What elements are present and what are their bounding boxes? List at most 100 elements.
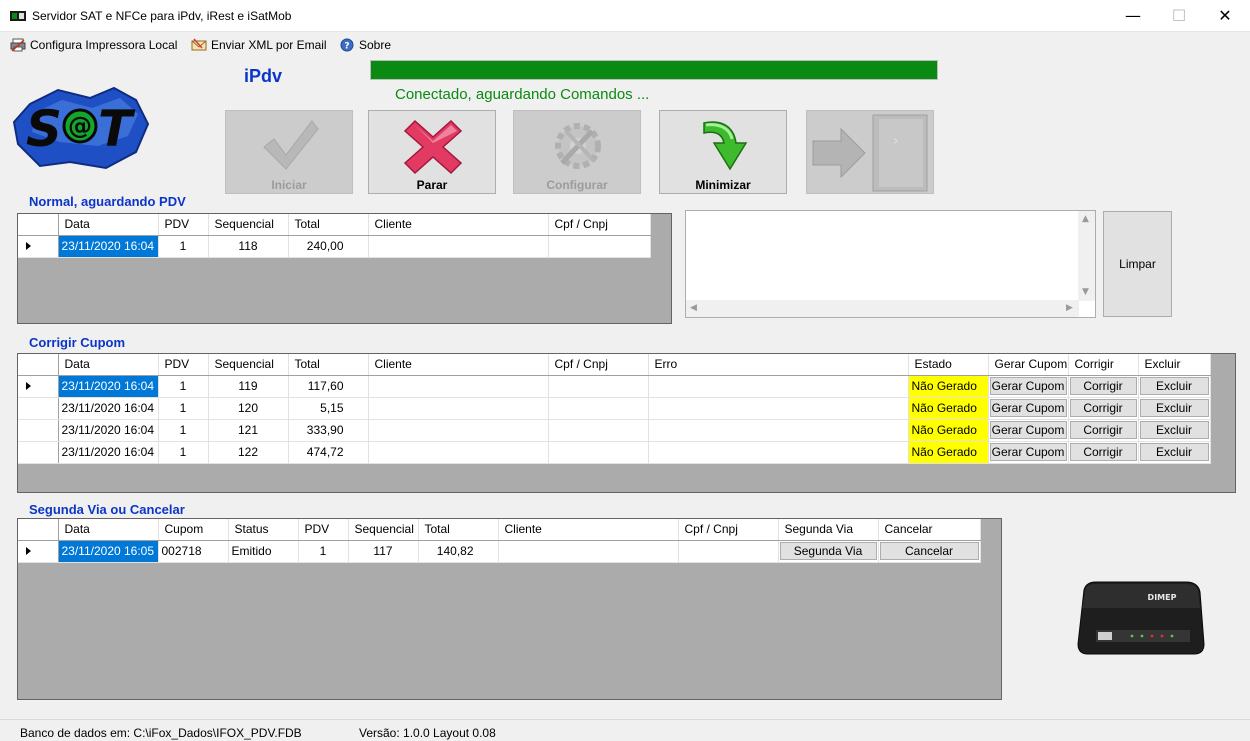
col-status[interactable]: Status [228,519,299,541]
corrigir-button[interactable]: Corrigir [1069,421,1137,439]
cell-total[interactable]: 240,00 [288,235,369,258]
col-total[interactable]: Total [418,519,499,541]
configurar-button[interactable]: Configurar [513,110,641,194]
col-segunda-via[interactable]: Segunda Via [778,519,879,541]
cell-estado[interactable]: Não Gerado [908,375,989,398]
gerar-cupom-button[interactable]: Gerar Cupom [989,377,1067,395]
cell-erro[interactable] [648,419,909,442]
cell-data[interactable]: 23/11/2020 16:04 [58,419,159,442]
cell-total[interactable]: 117,60 [288,375,369,398]
cell-estado[interactable]: Não Gerado [908,441,989,464]
col-gerar-cupom[interactable]: Gerar Cupom [988,354,1069,376]
iniciar-button[interactable]: Iniciar [225,110,353,194]
menu-enviar-xml[interactable]: Enviar XML por Email [191,36,327,54]
col-corrigir[interactable]: Corrigir [1068,354,1139,376]
cell-cpf[interactable] [548,441,649,464]
cell-erro[interactable] [648,375,909,398]
table-row[interactable]: 23/11/2020 16:04 1 121 333,90 Não Gerado… [18,419,1211,442]
excluir-button[interactable]: Excluir [1139,399,1209,417]
col-total[interactable]: Total [288,354,369,376]
cell-cpf[interactable] [548,397,649,420]
corrigir-grid[interactable]: Data PDV Sequencial Total Cliente Cpf / … [17,353,1236,493]
cell-estado[interactable]: Não Gerado [908,419,989,442]
col-estado[interactable]: Estado [908,354,989,376]
gerar-cupom-button[interactable]: Gerar Cupom [989,421,1067,439]
cell-sequencial[interactable]: 118 [208,235,289,258]
cell-sequencial[interactable]: 119 [208,375,289,398]
table-row[interactable]: 23/11/2020 16:04 1 119 117,60 Não Gerado… [18,375,1211,398]
cell-estado[interactable]: Não Gerado [908,397,989,420]
col-pdv[interactable]: PDV [158,214,209,236]
col-data[interactable]: Data [58,214,159,236]
maximize-button[interactable]: ☐ [1156,0,1202,32]
menu-configura-impressora[interactable]: Configura Impressora Local [10,36,177,54]
col-data[interactable]: Data [58,519,159,541]
cell-cliente[interactable] [368,441,549,464]
cell-data[interactable]: 23/11/2020 16:04 [58,375,159,398]
table-row[interactable]: 23/11/2020 16:04 1 118 240,00 [18,235,651,258]
cell-cpf[interactable] [548,419,649,442]
cell-pdv[interactable]: 1 [158,375,209,398]
segunda-grid[interactable]: Data Cupom Status PDV Sequencial Total C… [17,518,1002,700]
table-row[interactable]: 23/11/2020 16:04 1 122 474,72 Não Gerado… [18,441,1211,464]
horizontal-scrollbar[interactable]: ◀ ▶ [686,300,1079,317]
corrigir-button[interactable]: Corrigir [1069,399,1137,417]
excluir-button[interactable]: Excluir [1139,377,1209,395]
cell-data[interactable]: 23/11/2020 16:04 [58,441,159,464]
cell-pdv[interactable]: 1 [298,540,349,563]
cell-total[interactable]: 5,15 [288,397,369,420]
gerar-cupom-button[interactable]: Gerar Cupom [989,399,1067,417]
col-data[interactable]: Data [58,354,159,376]
cell-pdv[interactable]: 1 [158,397,209,420]
cell-pdv[interactable]: 1 [158,419,209,442]
excluir-button[interactable]: Excluir [1139,443,1209,461]
col-pdv[interactable]: PDV [158,354,209,376]
col-cliente[interactable]: Cliente [368,214,549,236]
cell-sequencial[interactable]: 121 [208,419,289,442]
limpar-button[interactable]: Limpar [1103,211,1172,317]
cell-sequencial[interactable]: 120 [208,397,289,420]
cell-cliente[interactable] [498,540,679,563]
vertical-scrollbar[interactable]: ▲ ▼ [1078,211,1095,301]
corrigir-button[interactable]: Corrigir [1069,377,1137,395]
col-cliente[interactable]: Cliente [368,354,549,376]
cell-cpf[interactable] [548,375,649,398]
cell-cpf[interactable] [548,235,651,258]
cell-cliente[interactable] [368,375,549,398]
col-erro[interactable]: Erro [648,354,909,376]
cell-sequencial[interactable]: 122 [208,441,289,464]
table-row[interactable]: 23/11/2020 16:04 1 120 5,15 Não Gerado G… [18,397,1211,420]
table-row[interactable]: 23/11/2020 16:05 002718 Emitido 1 117 14… [18,540,981,563]
minimizar-button[interactable]: Minimizar [659,110,787,194]
normal-grid[interactable]: Data PDV Sequencial Total Cliente Cpf / … [17,213,672,324]
scroll-left-icon[interactable]: ◀ [690,303,697,313]
sair-button[interactable]: › [806,110,934,194]
col-cancelar[interactable]: Cancelar [878,519,981,541]
col-cupom[interactable]: Cupom [158,519,229,541]
col-pdv[interactable]: PDV [298,519,349,541]
cell-erro[interactable] [648,397,909,420]
cell-data[interactable]: 23/11/2020 16:04 [58,235,159,258]
cell-status[interactable]: Emitido [228,540,299,563]
scroll-down-icon[interactable]: ▼ [1082,287,1089,297]
cell-cpf[interactable] [678,540,779,563]
col-total[interactable]: Total [288,214,369,236]
cell-pdv[interactable]: 1 [158,441,209,464]
parar-button[interactable]: Parar [368,110,496,194]
cell-sequencial[interactable]: 117 [348,540,419,563]
col-cliente[interactable]: Cliente [498,519,679,541]
col-cpf[interactable]: Cpf / Cnpj [548,214,651,236]
cell-total[interactable]: 140,82 [418,540,499,563]
corrigir-button[interactable]: Corrigir [1069,443,1137,461]
cell-erro[interactable] [648,441,909,464]
scroll-up-icon[interactable]: ▲ [1082,214,1089,224]
cell-cliente[interactable] [368,397,549,420]
cell-cliente[interactable] [368,419,549,442]
cell-data[interactable]: 23/11/2020 16:04 [58,397,159,420]
segunda-via-button[interactable]: Segunda Via [779,542,877,560]
menu-sobre[interactable]: ? Sobre [339,36,391,54]
cell-cliente[interactable] [368,235,549,258]
log-textbox[interactable]: ▲ ▼ ◀ ▶ [685,210,1096,318]
gerar-cupom-button[interactable]: Gerar Cupom [989,443,1067,461]
col-sequencial[interactable]: Sequencial [208,214,289,236]
